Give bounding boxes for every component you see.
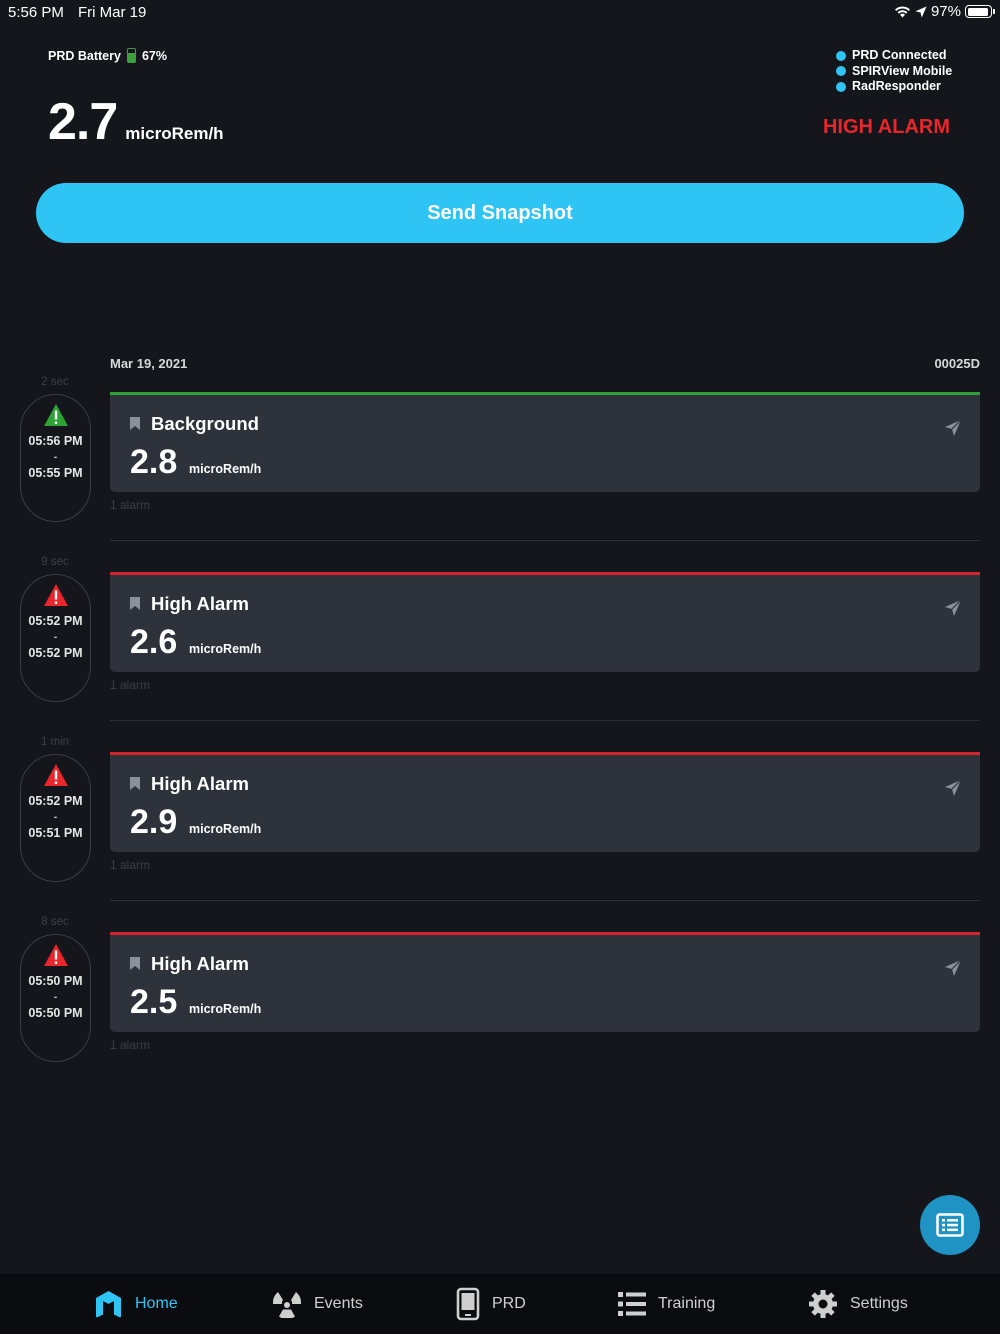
status-bar: 5:56 PM Fri Mar 19 97% bbox=[0, 0, 1000, 24]
event-duration: 9 sec bbox=[41, 556, 69, 568]
divider bbox=[110, 900, 980, 901]
connection-spirview: SPIRView Mobile bbox=[836, 64, 952, 80]
connection-radresponder: RadResponder bbox=[836, 79, 952, 95]
connection-prd: PRD Connected bbox=[836, 48, 952, 64]
divider bbox=[110, 540, 980, 541]
event-duration: 1 min bbox=[40, 736, 70, 748]
list-date: Mar 19, 2021 bbox=[110, 356, 188, 371]
alarm-count: 1 alarm bbox=[110, 858, 151, 872]
status-time: 5:56 PM bbox=[8, 4, 64, 21]
event-title: Background bbox=[151, 413, 259, 434]
event-card[interactable]: High Alarm 2.6 microRem/h bbox=[110, 572, 980, 672]
warning-red-icon bbox=[43, 583, 69, 607]
tab-training[interactable]: Training bbox=[618, 1274, 715, 1334]
alarm-status: HIGH ALARM bbox=[822, 116, 950, 138]
event-unit: microRem/h bbox=[189, 642, 262, 656]
event-row: 8 sec 05:50 PM - 05:50 PM High Alarm 2.5… bbox=[0, 916, 1000, 1096]
status-battery-percent: 97% bbox=[930, 3, 961, 20]
event-start-time: 05:56 PM bbox=[28, 434, 83, 448]
event-row: 1 min 05:52 PM - 05:51 PM High Alarm 2.9… bbox=[0, 736, 1000, 916]
event-duration: 2 sec bbox=[41, 376, 69, 388]
send-icon[interactable] bbox=[944, 779, 962, 797]
event-start-time: 05:52 PM bbox=[28, 614, 83, 628]
bookmark-icon[interactable] bbox=[130, 777, 140, 790]
send-snapshot-button[interactable]: Send Snapshot bbox=[36, 183, 964, 243]
battery-icon bbox=[965, 5, 995, 18]
event-title: High Alarm bbox=[151, 773, 249, 794]
event-value: 2.5 bbox=[130, 983, 178, 1021]
tab-label: Events bbox=[314, 1295, 363, 1312]
status-date: Fri Mar 19 bbox=[78, 4, 147, 21]
event-end-time: 05:52 PM bbox=[28, 646, 83, 660]
tab-events[interactable]: Events bbox=[272, 1274, 363, 1334]
tab-bar: Home Events PRD Training Settings bbox=[0, 1274, 1000, 1334]
bookmark-icon[interactable] bbox=[130, 957, 140, 970]
tab-label: Settings bbox=[850, 1295, 908, 1312]
event-time-range: 05:52 PM - 05:51 PM bbox=[20, 754, 91, 882]
event-value: 2.8 bbox=[130, 443, 178, 481]
tab-label: PRD bbox=[492, 1295, 526, 1312]
warning-red-icon bbox=[43, 763, 69, 787]
wifi-icon bbox=[894, 6, 910, 18]
event-unit: microRem/h bbox=[189, 1002, 262, 1016]
connected-dot-icon bbox=[836, 50, 846, 61]
document-list-icon bbox=[936, 1213, 964, 1237]
tab-label: Home bbox=[135, 1295, 178, 1312]
reading-value: 2.7 bbox=[48, 93, 118, 151]
log-fab-button[interactable] bbox=[920, 1195, 980, 1255]
warning-green-icon bbox=[43, 403, 69, 427]
connected-dot-icon bbox=[836, 81, 846, 92]
event-time-range: 05:50 PM - 05:50 PM bbox=[20, 934, 91, 1062]
prd-battery-icon bbox=[126, 48, 136, 63]
event-card[interactable]: High Alarm 2.5 microRem/h bbox=[110, 932, 980, 1032]
list-icon bbox=[618, 1292, 646, 1316]
send-icon[interactable] bbox=[944, 959, 962, 977]
alarm-count: 1 alarm bbox=[110, 498, 151, 512]
prd-battery: PRD Battery 67% bbox=[48, 48, 167, 63]
event-end-time: 05:55 PM bbox=[28, 466, 83, 480]
prd-battery-label: PRD Battery bbox=[48, 48, 121, 63]
send-icon[interactable] bbox=[944, 599, 962, 617]
warning-red-icon bbox=[43, 943, 69, 967]
tab-home[interactable]: Home bbox=[94, 1274, 178, 1334]
connection-status-list: PRD Connected SPIRView Mobile RadRespond… bbox=[836, 48, 952, 95]
alarm-count: 1 alarm bbox=[110, 1038, 151, 1052]
event-value: 2.9 bbox=[130, 803, 178, 841]
divider bbox=[110, 720, 980, 721]
bookmark-icon[interactable] bbox=[130, 417, 140, 430]
event-start-time: 05:50 PM bbox=[28, 974, 83, 988]
event-value: 2.6 bbox=[130, 623, 178, 661]
reading-unit: microRem/h bbox=[125, 124, 224, 143]
event-time-range: 05:52 PM - 05:52 PM bbox=[20, 574, 91, 702]
event-duration: 8 sec bbox=[41, 916, 69, 928]
event-end-time: 05:51 PM bbox=[28, 826, 83, 840]
status-indicators: 97% bbox=[894, 3, 995, 20]
event-time-range: 05:56 PM - 05:55 PM bbox=[20, 394, 91, 522]
device-icon bbox=[456, 1287, 480, 1321]
home-icon bbox=[96, 1291, 121, 1318]
event-row: 9 sec 05:52 PM - 05:52 PM High Alarm 2.6… bbox=[0, 556, 1000, 736]
event-unit: microRem/h bbox=[189, 462, 262, 476]
event-end-time: 05:50 PM bbox=[28, 1006, 83, 1020]
current-reading: 2.7 microRem/h bbox=[48, 92, 224, 152]
event-card[interactable]: High Alarm 2.9 microRem/h bbox=[110, 752, 980, 852]
device-id: 00025D bbox=[934, 356, 980, 371]
connected-dot-icon bbox=[836, 66, 846, 77]
event-row: 2 sec 05:56 PM - 05:55 PM Background 2.8… bbox=[0, 376, 1000, 556]
event-start-time: 05:52 PM bbox=[28, 794, 83, 808]
gear-icon bbox=[809, 1290, 837, 1318]
event-title: High Alarm bbox=[151, 593, 249, 614]
tab-label: Training bbox=[658, 1295, 716, 1312]
event-title: High Alarm bbox=[151, 953, 249, 974]
event-unit: microRem/h bbox=[189, 822, 262, 836]
tab-settings[interactable]: Settings bbox=[808, 1274, 908, 1334]
alarm-count: 1 alarm bbox=[110, 678, 151, 692]
bookmark-icon[interactable] bbox=[130, 597, 140, 610]
prd-battery-value: 67% bbox=[141, 48, 167, 63]
location-icon bbox=[915, 6, 927, 17]
radiation-icon bbox=[272, 1292, 302, 1318]
tab-prd[interactable]: PRD bbox=[456, 1274, 526, 1334]
send-icon[interactable] bbox=[944, 419, 962, 437]
event-card[interactable]: Background 2.8 microRem/h bbox=[110, 392, 980, 492]
